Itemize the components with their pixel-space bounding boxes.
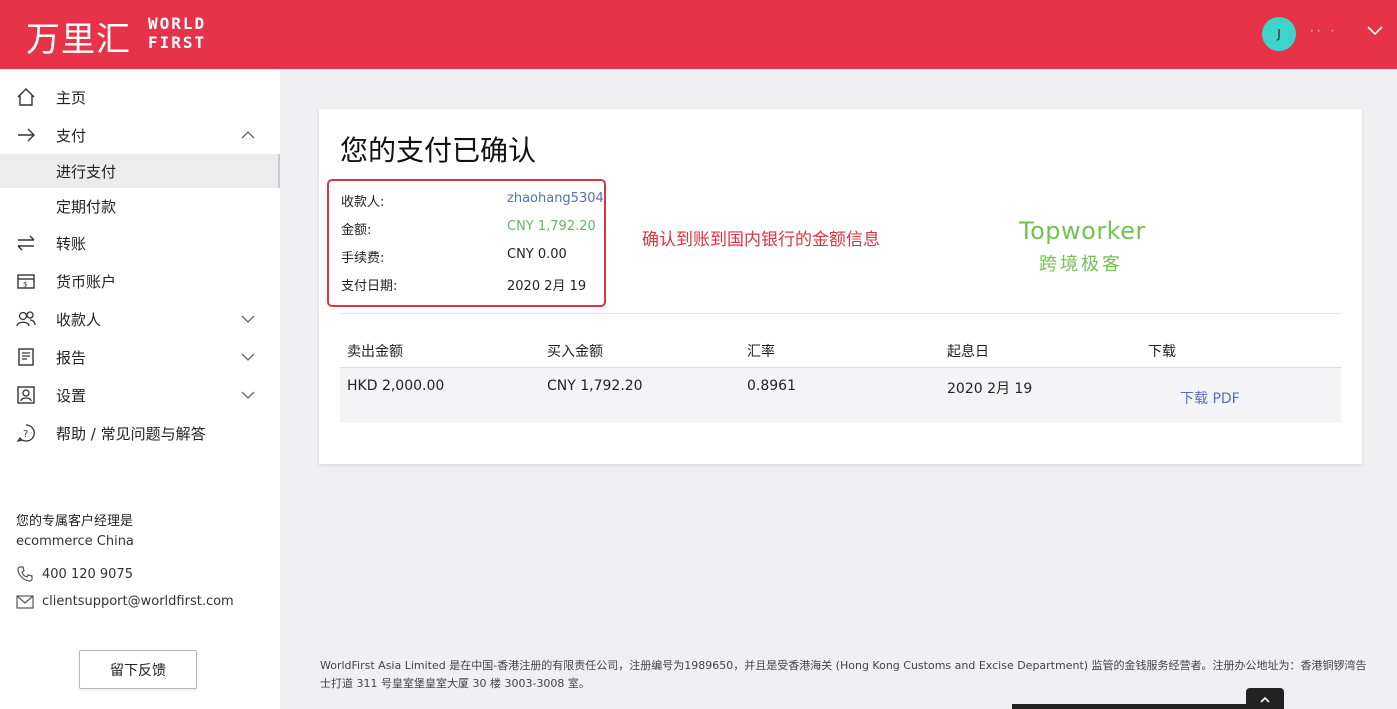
payment-summary-highlight: 收款人: zhaohang5304 金额: CNY 1,792.20 手续费: … [327, 179, 606, 307]
summary-row-date: 支付日期: 2020 2月 19 [341, 275, 603, 294]
recipient-label: 收款人: [341, 195, 385, 210]
column-header-buy: 买入金额 [547, 344, 603, 360]
sidebar-item-label: 收款人 [56, 310, 102, 329]
logo-chinese[interactable]: 万里汇 [26, 12, 131, 61]
annotation-text: 确认到账到国内银行的金额信息 [642, 230, 880, 250]
section-divider [340, 313, 1341, 314]
sidebar-item-settings[interactable]: 设置 [0, 377, 280, 413]
date-value: 2020 2月 19 [507, 279, 587, 294]
payment-confirmation-card: 您的支付已确认 收款人: zhaohang5304 金额: CNY 1,792.… [319, 109, 1362, 464]
arrow-right-icon [14, 123, 38, 147]
chevron-down-icon[interactable] [240, 386, 256, 404]
chevron-down-icon[interactable] [1366, 22, 1384, 41]
sidebar-item-label: 主页 [56, 88, 87, 107]
page-title: 您的支付已确认 [340, 134, 537, 167]
column-header-download: 下载 [1148, 344, 1176, 360]
report-icon [14, 345, 38, 369]
recipients-icon [14, 307, 38, 331]
sidebar: 主页 支付 进行支付 定期付款 转账 $ 货币账户 收款人 报告 设置 ? 帮助… [0, 69, 280, 709]
watermark-english: Topworker [1019, 217, 1146, 245]
amount-label: 金额: [341, 223, 372, 238]
column-header-rate: 汇率 [747, 344, 775, 360]
wallet-icon: $ [14, 269, 38, 293]
phone-icon [16, 565, 36, 583]
legal-footer: WorldFirst Asia Limited 是在中国-香港注册的有限责任公司… [320, 659, 1367, 690]
logo-line-1: WORLD [148, 14, 207, 33]
top-header: 万里汇 WORLD FIRST J ·· · [0, 0, 1397, 69]
sidebar-item-payments[interactable]: 支付 [0, 117, 280, 153]
sidebar-item-reports[interactable]: 报告 [0, 339, 280, 375]
column-header-value-date: 起息日 [947, 344, 989, 360]
svg-text:?: ? [23, 429, 28, 440]
phone-contact[interactable]: 400 120 9075 [16, 565, 133, 583]
sidebar-item-label: 帮助 / 常见问题与解答 [56, 424, 206, 443]
chevron-up-icon [1259, 689, 1271, 708]
summary-row-recipient: 收款人: zhaohang5304 [341, 191, 604, 210]
fee-label: 手续费: [341, 251, 385, 266]
sidebar-item-currency-accounts[interactable]: $ 货币账户 [0, 263, 280, 299]
sidebar-item-make-payment[interactable]: 进行支付 [0, 154, 280, 188]
sidebar-item-label: 进行支付 [56, 162, 117, 181]
fee-value: CNY 0.00 [507, 247, 567, 262]
avatar[interactable]: J [1262, 17, 1296, 51]
sidebar-item-transfer[interactable]: 转账 [0, 225, 280, 261]
cell-rate: 0.8961 [747, 378, 796, 394]
scroll-to-top-button[interactable] [1246, 688, 1284, 709]
settings-icon [14, 383, 38, 407]
logo-line-2: FIRST [148, 33, 207, 52]
account-manager-name: ecommerce China [16, 534, 134, 549]
account-manager-title: 您的专属客户经理是 [16, 514, 134, 529]
cell-buy-amount: CNY 1,792.20 [547, 378, 643, 394]
sidebar-item-help[interactable]: ? 帮助 / 常见问题与解答 [0, 415, 280, 451]
column-header-sell: 卖出金额 [347, 344, 403, 360]
home-icon [14, 85, 38, 109]
sidebar-item-label: 定期付款 [56, 197, 117, 216]
bottom-bar [1012, 704, 1276, 709]
cell-value-date: 2020 2月 19 [947, 381, 1033, 397]
chevron-down-icon[interactable] [240, 310, 256, 328]
recipient-value[interactable]: zhaohang5304 [507, 191, 604, 206]
summary-row-amount: 金额: CNY 1,792.20 [341, 219, 603, 238]
date-label: 支付日期: [341, 279, 398, 294]
sidebar-item-label: 支付 [56, 126, 87, 145]
chevron-down-icon[interactable] [240, 348, 256, 366]
sidebar-item-label: 转账 [56, 234, 87, 253]
mail-icon [16, 594, 36, 609]
chevron-up-icon[interactable] [240, 126, 256, 144]
sidebar-item-home[interactable]: 主页 [0, 79, 280, 115]
logo-english[interactable]: WORLD FIRST [148, 14, 206, 52]
sidebar-item-label: 报告 [56, 348, 87, 367]
svg-text:$: $ [23, 281, 27, 289]
transfer-icon [14, 231, 38, 255]
download-pdf-link[interactable]: 下载 PDF [1180, 388, 1240, 408]
help-icon: ? [14, 421, 38, 445]
user-name[interactable]: ·· · [1310, 24, 1337, 38]
summary-row-fee: 手续费: CNY 0.00 [341, 247, 603, 266]
email-address: clientsupport@worldfirst.com [42, 594, 234, 609]
sidebar-item-label: 设置 [56, 386, 87, 405]
watermark-chinese: 跨境极客 [1039, 254, 1123, 275]
cell-sell-amount: HKD 2,000.00 [347, 378, 445, 394]
sidebar-item-scheduled-payments[interactable]: 定期付款 [0, 189, 280, 223]
amount-value: CNY 1,792.20 [507, 219, 596, 234]
feedback-button[interactable]: 留下反馈 [79, 650, 197, 689]
email-contact[interactable]: clientsupport@worldfirst.com [16, 594, 234, 609]
sidebar-item-recipients[interactable]: 收款人 [0, 301, 280, 337]
phone-number: 400 120 9075 [42, 566, 133, 582]
sidebar-item-label: 货币账户 [56, 272, 117, 291]
